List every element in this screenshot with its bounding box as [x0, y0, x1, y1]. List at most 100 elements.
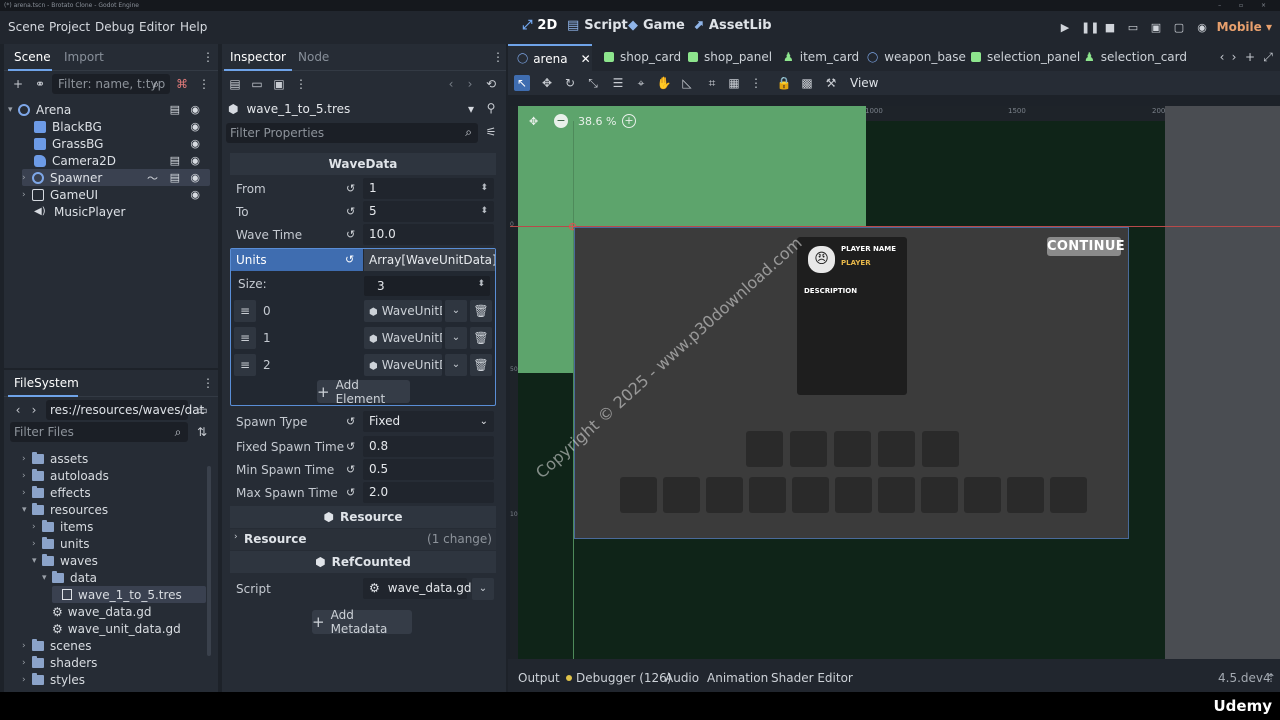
- revert-icon[interactable]: ↺: [345, 253, 354, 266]
- split-view-icon[interactable]: ▭: [194, 402, 210, 418]
- fs-file-wave-data-gd[interactable]: ⚙ wave_data.gd: [52, 603, 152, 620]
- group-icon[interactable]: ▩: [799, 75, 815, 91]
- filter-options-icon[interactable]: ⚟: [483, 124, 499, 140]
- expand-arrow-icon[interactable]: ›: [22, 488, 32, 498]
- chevron-down-icon[interactable]: ⌄: [445, 300, 467, 322]
- lock-icon[interactable]: 🔒: [776, 75, 792, 91]
- tab-filesystem[interactable]: FileSystem: [14, 376, 79, 390]
- tree-node-grassbg[interactable]: GrassBG ◉: [34, 135, 210, 152]
- from-spinbox[interactable]: 1 ⬍: [363, 178, 494, 199]
- back-icon[interactable]: ‹: [10, 402, 26, 418]
- tree-node-spawner[interactable]: › Spawner 〜 ▤ ◉: [22, 169, 210, 186]
- workspace-script[interactable]: ▤ Script: [567, 18, 628, 33]
- pause-icon[interactable]: ❚❚: [1081, 21, 1099, 35]
- max-spawn-time-field[interactable]: 2.0: [363, 482, 494, 503]
- tab-inspector[interactable]: Inspector: [230, 50, 286, 64]
- menu-dots-icon[interactable]: ⋮: [293, 76, 309, 92]
- visibility-icon[interactable]: ◉: [190, 171, 200, 184]
- tab-import[interactable]: Import: [64, 50, 104, 64]
- revert-icon[interactable]: ↺: [346, 486, 355, 499]
- units-array-button[interactable]: Array[WaveUnitData] (si: [364, 249, 495, 271]
- object-properties-icon[interactable]: ⚲: [483, 100, 499, 116]
- visibility-icon[interactable]: ◉: [190, 188, 200, 201]
- bone-icon[interactable]: ⚒: [823, 75, 839, 91]
- fs-folder-waves[interactable]: ▾ waves: [32, 552, 98, 569]
- sort-icon[interactable]: ⇅: [194, 424, 210, 440]
- scene-tab-shop-panel[interactable]: shop_panel: [688, 50, 772, 64]
- filesystem-scrollbar[interactable]: [207, 466, 211, 656]
- window-controls[interactable]: – ▫ ×: [1218, 0, 1274, 11]
- save-icon[interactable]: ▣: [271, 76, 287, 92]
- fs-folder-assets[interactable]: › assets: [22, 450, 88, 467]
- fs-folder-shaders[interactable]: › shaders: [22, 654, 97, 671]
- pivot-icon[interactable]: ⌖: [633, 75, 649, 91]
- tab-scene[interactable]: Scene: [14, 50, 51, 64]
- collapse-arrow-icon[interactable]: ▾: [22, 505, 32, 515]
- menu-help[interactable]: Help: [180, 20, 207, 34]
- close-icon[interactable]: ✕: [581, 52, 591, 66]
- revert-icon[interactable]: ↺: [346, 440, 355, 453]
- workspace-assetlib[interactable]: ⬈ AssetLib: [693, 18, 772, 33]
- size-spinbox[interactable]: 3 ⬍: [364, 276, 490, 296]
- element-1-resource[interactable]: ⬢ WaveUnitD: [364, 327, 442, 349]
- play-scene-icon[interactable]: ▣: [1149, 21, 1163, 35]
- history-icon[interactable]: ⟲: [483, 76, 499, 92]
- tree-node-blackbg[interactable]: BlackBG ◉: [34, 118, 210, 135]
- menu-editor[interactable]: Editor: [139, 20, 175, 34]
- canvas-viewport[interactable]: 0 500 1000 1500 2000 0 500 1000 ⊕ ✥ − 38…: [510, 106, 1280, 659]
- visibility-icon[interactable]: ◉: [190, 137, 200, 150]
- expand-arrow-icon[interactable]: ›: [22, 471, 32, 481]
- signal-icon[interactable]: 〜: [147, 170, 158, 186]
- open-folder-icon[interactable]: ▭: [249, 76, 265, 92]
- filter-files-input[interactable]: Filter Files: [10, 422, 188, 442]
- fs-folder-autoloads[interactable]: › autoloads: [22, 467, 109, 484]
- script-attached-icon[interactable]: ▤: [170, 171, 180, 184]
- revert-icon[interactable]: ↺: [346, 463, 355, 476]
- selection-panel-preview[interactable]: 😠 PLAYER NAME PLAYER DESCRIPTION CONTINU…: [574, 227, 1129, 539]
- movie-icon[interactable]: ◉: [1195, 21, 1209, 35]
- play-icon[interactable]: ▶: [1058, 21, 1072, 35]
- delete-icon[interactable]: 🗑: [470, 327, 492, 349]
- menu-debug[interactable]: Debug: [95, 20, 134, 34]
- collapse-arrow-icon[interactable]: ▾: [8, 105, 18, 115]
- expand-arrow-icon[interactable]: ›: [32, 522, 42, 532]
- fs-folder-resources[interactable]: ▾ resources: [22, 501, 108, 518]
- resource-selector[interactable]: ⬢ wave_1_to_5.tres ▾: [226, 99, 478, 119]
- chevron-down-icon[interactable]: ⌄: [445, 327, 467, 349]
- spawn-type-select[interactable]: Fixed ⌄: [363, 411, 494, 432]
- fs-file-wave-1-to-5[interactable]: wave_1_to_5.tres: [52, 586, 206, 603]
- tab-node[interactable]: Node: [298, 50, 329, 64]
- spinner-icon[interactable]: ⬍: [477, 279, 485, 289]
- revert-icon[interactable]: ↺: [346, 228, 355, 241]
- delete-icon[interactable]: 🗑: [470, 354, 492, 376]
- add-element-button[interactable]: + Add Element: [317, 378, 410, 406]
- zoom-in-icon[interactable]: +: [622, 114, 636, 128]
- dock-menu-icon[interactable]: ⋮: [200, 375, 216, 391]
- tab-output[interactable]: Output: [518, 671, 560, 685]
- tree-node-musicplayer[interactable]: ◀) MusicPlayer: [34, 203, 210, 220]
- visibility-icon[interactable]: ◉: [190, 103, 200, 116]
- scene-tab-selection-panel[interactable]: selection_panel: [971, 50, 1080, 64]
- drag-handle-icon[interactable]: ≡: [234, 327, 256, 349]
- workspace-2d[interactable]: ⤢ 2D: [522, 18, 557, 33]
- chevron-down-icon[interactable]: ⌄: [472, 578, 494, 600]
- scene-tab-item-card[interactable]: ♟ item_card: [783, 50, 859, 64]
- min-spawn-time-field[interactable]: 0.5: [363, 459, 494, 480]
- fs-folder-data[interactable]: ▾ data: [42, 569, 97, 586]
- view-menu[interactable]: View: [850, 76, 878, 90]
- move-mode-icon[interactable]: ✥: [539, 75, 555, 91]
- fs-file-wave-unit-data-gd[interactable]: ⚙ wave_unit_data.gd: [52, 620, 181, 637]
- add-node-icon[interactable]: +: [10, 76, 26, 92]
- scale-mode-icon[interactable]: ⤡: [585, 75, 601, 91]
- fs-folder-scenes[interactable]: › scenes: [22, 637, 91, 654]
- rotate-mode-icon[interactable]: ↻: [562, 75, 578, 91]
- scene-tab-weapon-base[interactable]: ◯ weapon_base: [867, 50, 966, 64]
- dock-menu-icon[interactable]: ⋮: [490, 49, 506, 65]
- scene-tab-arena[interactable]: ◯ arena ✕: [508, 44, 592, 71]
- renderer-select[interactable]: Mobile ▾: [1217, 20, 1272, 34]
- stop-icon[interactable]: ■: [1103, 21, 1117, 35]
- menu-scene[interactable]: Scene: [8, 20, 45, 34]
- pan-mode-icon[interactable]: ✋: [656, 75, 672, 91]
- scene-tab-shop-card[interactable]: shop_card: [604, 50, 681, 64]
- scene-menu-icon[interactable]: ⋮: [196, 76, 212, 92]
